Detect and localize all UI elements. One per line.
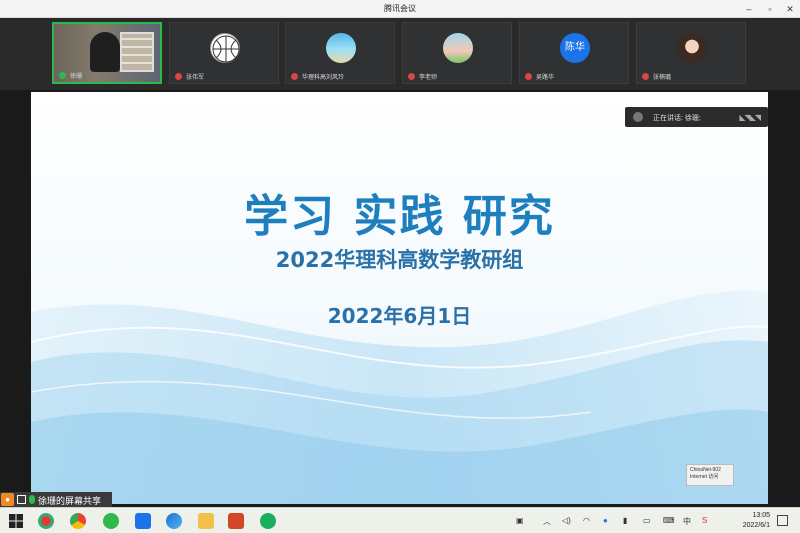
speaking-label: 正在讲话: 徐珊; [653, 115, 701, 122]
participant-tile[interactable]: 李老师 [402, 22, 512, 84]
avatar [443, 33, 473, 63]
mic-muted-icon [291, 73, 298, 80]
participant-name: 吴路华 [536, 75, 555, 81]
security-icon[interactable]: S [702, 516, 707, 525]
network-status: Internet 访问 [690, 474, 719, 480]
participant-tile[interactable]: 张楠璐 [636, 22, 746, 84]
mic-icon [29, 495, 35, 504]
mic-tray-icon[interactable]: ▮ [623, 516, 627, 525]
participant-tile[interactable]: 徐珊 [52, 22, 162, 84]
chrome-icon[interactable] [70, 513, 86, 529]
notification-icon[interactable] [777, 515, 788, 526]
close-icon[interactable]: ✕ [783, 2, 797, 16]
keyboard-icon[interactable]: ⌨ [663, 516, 675, 525]
user-icon: ● [1, 493, 14, 506]
title-bar: 腾讯会议 – ▫ ✕ [0, 0, 800, 18]
chevron-up-icon[interactable]: ︿ [543, 516, 551, 527]
participant-tile[interactable]: 张伟军 [169, 22, 279, 84]
taskbar: ▣ ︿ ◁) ◠ ● ▮ ▭ ⌨ 中 S 13:05 2022/6/1 [0, 507, 800, 533]
participant-name: 华理科高刘风玲 [302, 75, 345, 81]
meeting-window: 腾讯会议 – ▫ ✕ 徐珊 张伟军 华理科高刘风玲 李老师 陈华 吴路华 张楠璐… [0, 0, 800, 533]
tray-app-icon[interactable]: ▣ [516, 516, 524, 525]
shared-screen-area: 学习 实践 研究 2022华理科高数学教研组 2022年6月1日 正在讲话: 徐… [0, 90, 800, 507]
wechat-icon[interactable] [260, 513, 276, 529]
participant-strip: 徐珊 张伟军 华理科高刘风玲 李老师 陈华 吴路华 张楠璐 [0, 18, 800, 90]
slide-subtitle: 2022华理科高数学教研组 [275, 248, 524, 272]
mic-muted-icon [642, 73, 649, 80]
participant-name: 张伟军 [186, 75, 205, 81]
app-icon[interactable] [38, 513, 54, 529]
network-name: ChinaNet-902 [690, 467, 721, 473]
speaking-indicator: 正在讲话: 徐珊; ◣◥◣◥ [625, 107, 768, 127]
maximize-icon[interactable]: ▫ [763, 2, 777, 16]
wifi-icon[interactable]: ◠ [583, 516, 590, 525]
edge-icon[interactable] [166, 513, 182, 529]
participant-tile[interactable]: 华理科高刘风玲 [285, 22, 395, 84]
bookshelf-image [120, 32, 154, 72]
avatar [677, 33, 707, 63]
avatar [326, 33, 356, 63]
clock-date: 2022/6/1 [742, 522, 770, 529]
clock-time: 13:05 [752, 512, 770, 519]
battery-icon[interactable]: ▭ [643, 516, 651, 525]
meeting-app-icon[interactable] [135, 513, 151, 529]
presentation-slide: 学习 实践 研究 2022华理科高数学教研组 2022年6月1日 [31, 92, 768, 504]
system-clock[interactable]: 13:05 2022/6/1 [743, 511, 770, 531]
speaker-avatar-icon [633, 112, 643, 122]
browser-icon[interactable] [103, 513, 119, 529]
mic-muted-icon [175, 73, 182, 80]
slide-date: 2022年6月1日 [327, 304, 472, 328]
window-title: 腾讯会议 [384, 4, 416, 13]
participant-name: 徐珊 [70, 74, 83, 80]
folder-icon[interactable] [198, 513, 214, 529]
avatar: 陈华 [560, 33, 590, 63]
minimize-icon[interactable]: – [742, 2, 756, 16]
screen-icon [17, 495, 26, 504]
powerpoint-icon[interactable] [228, 513, 244, 529]
mic-muted-icon [408, 73, 415, 80]
mic-muted-icon [525, 73, 532, 80]
volume-icon[interactable]: ◁) [562, 516, 571, 525]
basketball-icon [212, 35, 240, 63]
participant-name: 张楠璐 [653, 75, 672, 81]
person-image [90, 32, 120, 72]
participant-tile[interactable]: 陈华 吴路华 [519, 22, 629, 84]
avatar [210, 33, 240, 63]
windows-start-icon[interactable] [8, 513, 24, 529]
audio-wave-icon: ◣◥◣◥ [739, 113, 761, 122]
slide-background-waves [31, 92, 768, 504]
network-tooltip: ChinaNet-902 Internet 访问 [686, 464, 734, 486]
share-label-text: 徐珊的屏幕共享 [38, 496, 102, 506]
screen-share-label[interactable]: ● 徐珊的屏幕共享 [0, 492, 112, 507]
participant-name: 李老师 [419, 75, 438, 81]
mic-icon [59, 72, 66, 79]
ime-icon[interactable]: 中 [683, 516, 691, 527]
slide-title: 学习 实践 研究 [244, 191, 555, 242]
cloud-icon[interactable]: ● [603, 516, 608, 525]
